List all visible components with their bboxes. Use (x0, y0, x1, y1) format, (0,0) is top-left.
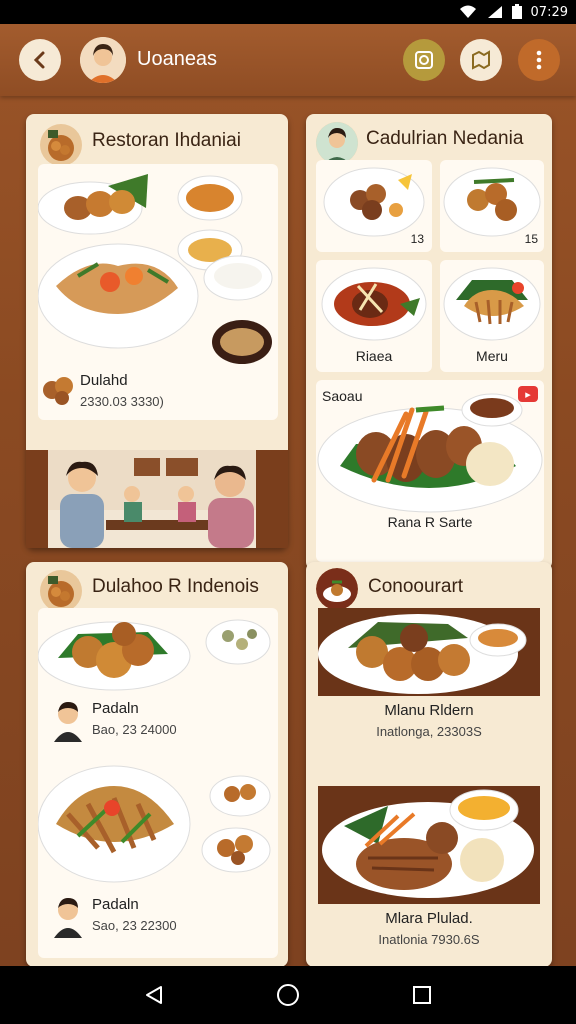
triangle-back-icon (146, 986, 162, 1004)
dining-scene-image (26, 450, 288, 548)
item-name: Padaln (92, 896, 139, 913)
restaurant-logo (316, 568, 358, 610)
more-button[interactable] (518, 39, 560, 81)
avatar-illustration (80, 37, 126, 83)
nav-back-button[interactable] (139, 980, 169, 1010)
navigation-bar (0, 966, 576, 1024)
card-title: Dulahoo R Indenois (92, 576, 259, 597)
menu-tile[interactable]: Riaea (316, 260, 432, 372)
restaurant-card-1[interactable]: Restoran Ihdaniai Dulahd 2330.03 3330) (26, 114, 288, 548)
item-subtitle: Inatlonia 7930.6S (378, 932, 480, 947)
menu-tile[interactable]: 15 (440, 160, 544, 252)
app-screen: Uoaneas Restoran Ihdaniai Dulahd 2330.03… (0, 24, 576, 967)
restaurant-logo (40, 124, 82, 166)
camera-icon (415, 51, 433, 69)
badge-icon: ▸ (518, 386, 538, 402)
tile-label: Riaea (355, 348, 393, 364)
chevron-left-icon (33, 51, 45, 69)
tile-number: 15 (524, 232, 538, 246)
card-title: Conoourart (368, 576, 464, 597)
circle-home-icon (277, 984, 299, 1006)
map-button[interactable] (460, 39, 502, 81)
menu-tile[interactable]: 13 (316, 160, 432, 252)
more-vertical-icon (536, 50, 542, 70)
user-avatar[interactable] (80, 37, 126, 83)
item-name: Mlara Plulad. (385, 910, 473, 927)
food-panel: Dulahd 2330.03 3330) (38, 164, 278, 420)
map-icon (472, 50, 490, 70)
status-time: 07:29 (530, 4, 568, 20)
restaurant-logo (316, 122, 358, 164)
item-price: Sao, 23 22300 (92, 918, 177, 933)
food-icon (43, 377, 73, 405)
restaurant-card-4[interactable]: Conoourart Mlanu Rldern Inatlonga, 23303… (306, 562, 552, 967)
restaurant-card-2[interactable]: Cadulrian Nedania 13 15 Riaea Meru Saoau… (306, 114, 552, 570)
cell-signal-icon (487, 6, 502, 18)
status-bar: 07:29 (0, 0, 576, 24)
item-name: Padaln (92, 700, 139, 717)
square-recents-icon (413, 986, 431, 1004)
menu-tile[interactable]: Meru (440, 260, 544, 372)
food-panel: Padaln Bao, 23 24000 Padaln Sao, 23 2230… (38, 608, 278, 958)
battery-icon (511, 4, 522, 19)
chef-avatar-icon (54, 898, 82, 938)
app-bar: Uoaneas (0, 24, 576, 96)
nav-home-button[interactable] (273, 980, 303, 1010)
item-name: Dulahd (80, 372, 128, 389)
item-subtitle: Inatlonga, 23303S (376, 724, 482, 739)
item-price: Bao, 23 24000 (92, 722, 177, 737)
featured-dish[interactable]: Saoau ▸ Rana R Sarte (316, 380, 544, 562)
back-button[interactable] (19, 39, 61, 81)
camera-button[interactable] (403, 39, 445, 81)
item-name: Mlanu Rldern (384, 702, 474, 719)
dish-photo (318, 608, 540, 696)
dish-illustration (317, 393, 543, 513)
nav-recents-button[interactable] (407, 980, 437, 1010)
featured-caption: Rana R Sarte (387, 514, 473, 530)
card-title: Cadulrian Nedania (366, 128, 524, 149)
app-title: Uoaneas (137, 48, 218, 70)
wifi-icon (459, 5, 476, 18)
chef-avatar-icon (54, 702, 82, 742)
restaurant-logo (40, 570, 82, 612)
featured-label: Saoau (322, 388, 363, 404)
card-title: Restoran Ihdaniai (92, 130, 241, 151)
restaurant-card-3[interactable]: Dulahoo R Indenois Padaln Bao, 23 24000 … (26, 562, 288, 967)
dish-photo (318, 786, 540, 904)
item-price: 2330.03 3330) (80, 394, 164, 409)
tile-label: Meru (476, 348, 508, 364)
tile-number: 13 (410, 232, 424, 246)
